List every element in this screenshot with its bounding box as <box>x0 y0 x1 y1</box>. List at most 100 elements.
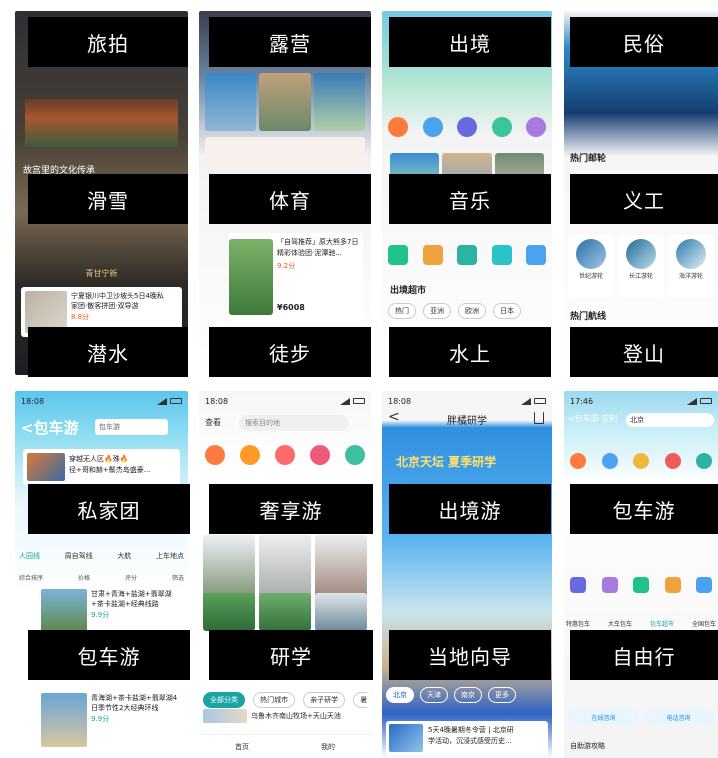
tile-outbound-tour[interactable]: 18:08 < 胖橘研学 北京天坛 夏季研学 北京 天津 南京 更多 5天4晚暑… <box>382 391 552 758</box>
tab-2[interactable]: 周自驾线 <box>65 551 93 561</box>
tab-4[interactable]: 上车地点 <box>156 551 184 561</box>
guide-photo-4[interactable] <box>203 593 255 631</box>
fire-icon[interactable] <box>570 453 586 469</box>
battery-icon <box>170 398 182 404</box>
hotel-icon[interactable] <box>275 445 295 465</box>
island-icon[interactable] <box>491 117 512 137</box>
flight-icon[interactable] <box>570 577 586 593</box>
promo-card[interactable]: 穿越无人区🔥殊🔥 径+哥和赫+鬃杰岛盛豪... <box>23 449 180 485</box>
charter-tab-4[interactable]: 全国包车 <box>692 619 716 628</box>
nature-icon[interactable] <box>696 453 712 469</box>
location-selector[interactable]: 查看 <box>205 417 221 428</box>
status-icons <box>340 397 365 405</box>
music-icon-5[interactable] <box>526 245 546 265</box>
study-tab-4[interactable]: 暑期研学 <box>353 692 367 708</box>
lux-search-input[interactable]: 搜索目的地 <box>239 415 349 431</box>
music-chip-3[interactable]: 欧洲 <box>458 303 486 319</box>
share-icon[interactable] <box>534 412 544 424</box>
cruise-card-2[interactable]: 长江游轮 <box>618 235 664 297</box>
tile-charter[interactable]: 17:46 <包车游·定制 北京 特惠包车 大车包车 包车超市 全国包车 在线咨… <box>564 391 718 758</box>
city-icon[interactable] <box>601 453 618 469</box>
charter-location[interactable]: 北京 <box>626 413 714 427</box>
page-title: 胖橘研学 <box>447 415 487 427</box>
city-tab-4[interactable]: 更多 <box>488 687 516 703</box>
study-tab-2[interactable]: 热门城市 <box>253 692 296 708</box>
charter-card-2[interactable]: 青海湖+茶卡盐湖+翡翠湖4 日季节性2大经典环线 9.9分 <box>41 691 184 751</box>
guide-photo-5[interactable] <box>259 593 311 631</box>
music-chip-2[interactable]: 亚洲 <box>423 303 451 319</box>
guide-photo-6[interactable] <box>315 593 367 631</box>
back-icon[interactable]: < <box>568 414 575 423</box>
tile-private-group[interactable]: 18:08 <包车游 包车游 穿越无人区🔥殊🔥 径+哥和赫+鬃杰岛盛豪... 人… <box>15 391 188 758</box>
online-consult-button[interactable]: 在线咨询 <box>568 709 639 725</box>
train-icon[interactable] <box>601 577 618 593</box>
status-time: 17:46 <box>570 396 594 406</box>
filter-2[interactable]: 价格 <box>78 573 90 582</box>
landmark-icon[interactable] <box>664 453 681 469</box>
music-icon-3[interactable] <box>457 245 477 265</box>
charter-title-text: 包车游·定制 <box>574 414 618 423</box>
charter-thumb-2 <box>41 693 87 747</box>
phone-consult-button[interactable]: 电话咨询 <box>643 709 714 725</box>
back-icon[interactable]: < <box>21 419 34 437</box>
temple-icon[interactable] <box>633 453 649 469</box>
filter-row: 综合排序 价格 评分 筛选 <box>19 573 184 582</box>
label-travel-photo: 旅拍 <box>28 17 188 67</box>
signal-icon <box>521 397 531 405</box>
cruise-card-1[interactable]: 世纪游轮 <box>568 235 614 297</box>
filter-3[interactable]: 评分 <box>125 573 137 582</box>
visa-icon[interactable] <box>633 577 649 593</box>
status-time: 18:08 <box>205 396 229 406</box>
freetrip-icon[interactable] <box>240 445 260 465</box>
nav-home[interactable]: 首页 <box>235 742 249 752</box>
city-tab-2[interactable]: 天津 <box>420 687 448 703</box>
cruise-section-title: 热门邮轮 <box>570 154 607 164</box>
charter-tab-2[interactable]: 大车包车 <box>608 619 632 628</box>
status-bar: 18:08 <box>21 395 182 407</box>
music-icon-2[interactable] <box>422 245 443 265</box>
nav-mine[interactable]: 我的 <box>321 742 335 752</box>
visa-icon[interactable] <box>310 445 330 465</box>
label-skiing: 滑雪 <box>28 174 188 224</box>
status-icons <box>687 397 712 405</box>
sports-card-title: 「自驾推荐」原大熊多7日 <box>277 238 359 246</box>
sports-card[interactable]: 「自驾推荐」原大熊多7日 精彩体验团·泥潭驰... 9.2分 ¥6008 <box>229 233 363 323</box>
tour-icon[interactable] <box>205 445 225 465</box>
tab-3[interactable]: 大航 <box>117 551 131 561</box>
cruise-avatar-2 <box>626 239 656 269</box>
music-icon-1[interactable] <box>388 245 408 265</box>
charter-sub-1: +茶卡盐湖+经典线路 <box>91 600 159 608</box>
charter-tab-1[interactable]: 特惠包车 <box>566 619 590 628</box>
search-input[interactable]: 包车游 <box>95 419 168 435</box>
label-local-guide: 当地向导 <box>389 630 551 680</box>
tile-luxury[interactable]: 18:08 查看 搜索目的地 全部分类 热门城市 亲子研学 暑期研学 <box>199 391 371 758</box>
city-tab-3[interactable]: 南京 <box>454 687 482 703</box>
filter-1[interactable]: 综合排序 <box>19 573 43 582</box>
study-tab-3[interactable]: 亲子研学 <box>303 692 346 708</box>
japan-icon[interactable] <box>422 117 443 137</box>
cruise-card-3[interactable]: 海洋游轮 <box>668 235 714 297</box>
filter-4[interactable]: 筛选 <box>172 573 184 582</box>
sports-card-price: ¥6008 <box>277 303 305 312</box>
camping-filter-strip <box>205 137 365 169</box>
more-icon[interactable] <box>526 117 546 137</box>
promo-thumb <box>27 453 65 481</box>
charter-footer: 自助游攻略 <box>570 742 605 750</box>
music-chip-1[interactable]: 热门 <box>388 303 416 319</box>
hot-icon[interactable] <box>388 117 408 137</box>
ticket-icon[interactable] <box>345 445 365 465</box>
status-time: 18:08 <box>21 396 45 406</box>
tab-1[interactable]: 人园线 <box>19 551 40 561</box>
europe-icon[interactable] <box>457 117 477 137</box>
charter-tab-3[interactable]: 包车超市 <box>650 619 674 628</box>
music-icon-4[interactable] <box>491 245 512 265</box>
city-tab-1[interactable]: 北京 <box>386 687 414 703</box>
back-icon[interactable]: < <box>388 409 400 425</box>
more-icon[interactable] <box>696 577 712 593</box>
hotel-icon[interactable] <box>664 577 681 593</box>
study-tour-thumb <box>389 724 423 752</box>
music-chip-4[interactable]: 日本 <box>493 303 521 319</box>
study-card[interactable]: 乌鲁木齐南山牧场+天山天池 <box>203 709 367 725</box>
study-tour-card[interactable]: 5天4晚暑期冬令营 | 北京研 学活动，沉浸式感受历史... <box>386 721 548 755</box>
study-tab-1[interactable]: 全部分类 <box>203 692 245 708</box>
